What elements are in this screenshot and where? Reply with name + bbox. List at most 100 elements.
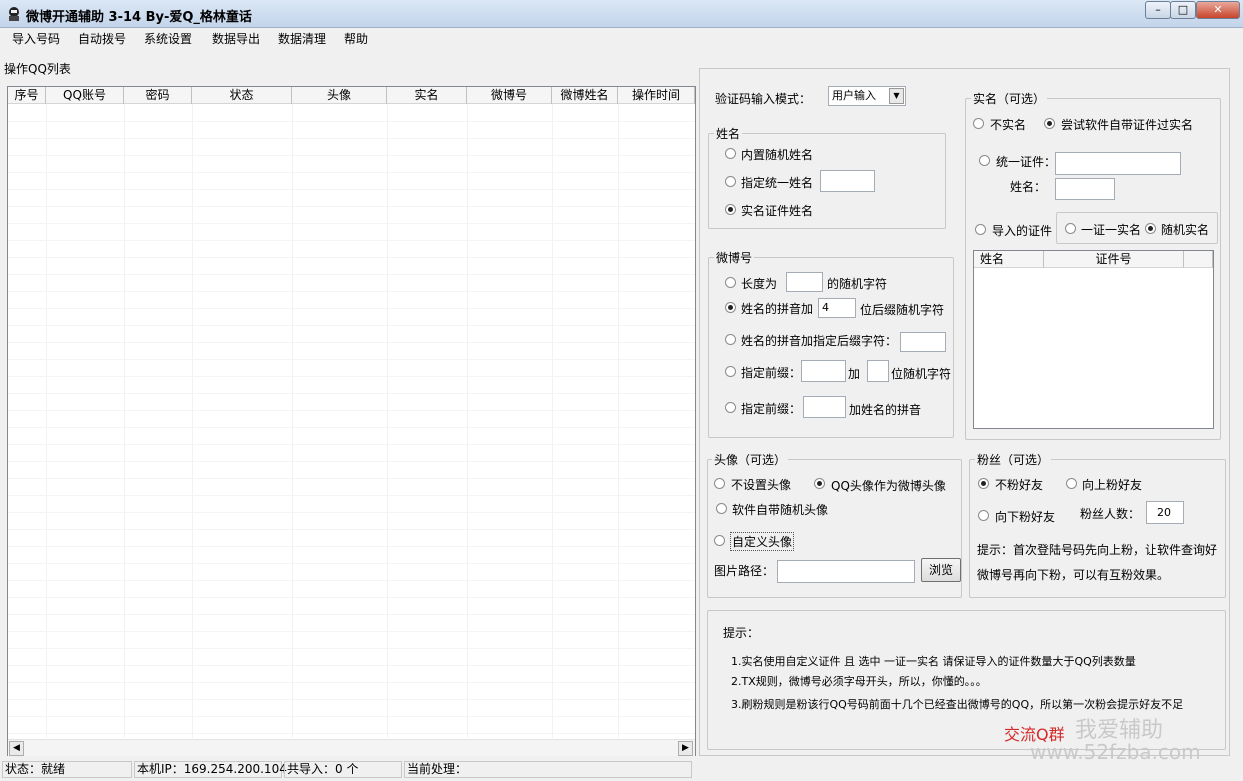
column-header-weibo-name[interactable]: 微博姓名	[552, 87, 618, 104]
column-header-avatar[interactable]: 头像	[292, 87, 387, 104]
weibo-group-title: 微博号	[714, 249, 755, 266]
grid-line	[8, 597, 695, 598]
grid-line	[8, 172, 695, 173]
weibo-length-input[interactable]	[786, 272, 823, 292]
radio-weibo-prefix-random[interactable]	[725, 366, 736, 377]
radio-name-unified[interactable]	[725, 176, 736, 187]
radio-avatar-custom[interactable]	[714, 535, 725, 546]
radio-weibo-pinyin-random-label: 姓名的拼音加	[741, 302, 814, 316]
radio-weibo-prefix-pinyin[interactable]	[725, 402, 736, 413]
status-processing: 当前处理：	[404, 761, 692, 778]
id-table[interactable]: 姓名 证件号	[973, 250, 1214, 429]
grid-line	[8, 359, 695, 360]
radio-fans-up[interactable]	[1066, 478, 1077, 489]
column-header-time[interactable]: 操作时间	[618, 87, 695, 104]
prefix-random-count-input[interactable]	[867, 360, 889, 382]
radio-fans-up-label: 向上粉好友	[1082, 478, 1143, 492]
radio-random-real[interactable]	[1145, 223, 1156, 234]
radio-name-random[interactable]	[725, 148, 736, 159]
pinyin-random-count-input[interactable]: 4	[818, 298, 856, 318]
captcha-mode-label: 验证码输入模式：	[715, 92, 812, 106]
chevron-down-icon[interactable]: ▼	[889, 88, 904, 104]
realname-name-input[interactable]	[1055, 178, 1115, 200]
grid-line	[8, 274, 695, 275]
radio-weibo-length[interactable]	[725, 277, 736, 288]
radio-weibo-pinyin-suffix-label: 姓名的拼音加指定后缀字符：	[741, 334, 898, 348]
grid-line	[8, 444, 695, 445]
tips-line3: 3.刷粉规则是粉该行QQ号码前面十几个已经查出微博号的QQ，所以第一次粉会提示好…	[731, 698, 1184, 711]
radio-name-random-label: 内置随机姓名	[741, 148, 814, 162]
avatar-group-title: 头像（可选）	[712, 451, 789, 468]
grid-line	[8, 189, 695, 190]
prefix-random-input[interactable]	[801, 360, 846, 382]
unified-id-input[interactable]	[1055, 152, 1181, 175]
qq-list-header: 序号 QQ账号 密码 状态 头像 实名 微博号 微博姓名 操作时间	[8, 87, 695, 104]
radio-weibo-pinyin-suffix[interactable]	[725, 334, 736, 345]
minimize-button[interactable]: –	[1145, 1, 1171, 19]
radio-name-unified-label: 指定统一姓名	[741, 176, 814, 190]
id-table-header-id[interactable]: 证件号	[1044, 251, 1184, 268]
grid-line	[8, 206, 695, 207]
qq-list-table[interactable]: 序号 QQ账号 密码 状态 头像 实名 微博号 微博姓名 操作时间 ◀ ▶	[7, 86, 696, 756]
grid-line	[8, 546, 695, 547]
menu-settings[interactable]: 系统设置	[144, 30, 192, 47]
column-header-index[interactable]: 序号	[8, 87, 46, 104]
title-bar[interactable]: 微博开通辅助 3-14 By-爱Q_格林童话 – □ ✕	[0, 0, 1243, 28]
prefix-pinyin-input[interactable]	[803, 396, 846, 418]
radio-avatar-qq[interactable]	[814, 478, 825, 489]
radio-realname-imported[interactable]	[975, 224, 986, 235]
fans-count-input[interactable]: 20	[1146, 501, 1184, 524]
grid-line	[8, 223, 695, 224]
captcha-mode-select[interactable]: 用户输入 ▼	[828, 86, 906, 106]
column-header-password[interactable]: 密码	[124, 87, 192, 104]
grid-line	[387, 104, 388, 738]
scroll-right-button[interactable]: ▶	[678, 741, 693, 756]
grid-line	[8, 529, 695, 530]
column-header-realname[interactable]: 实名	[387, 87, 467, 104]
grid-line	[8, 291, 695, 292]
grid-line	[192, 104, 193, 738]
grid-line	[8, 342, 695, 343]
radio-name-cert[interactable]	[725, 204, 736, 215]
weibo-length-suffix: 的随机字符	[827, 277, 888, 291]
pinyin-suffix-input[interactable]	[900, 332, 946, 352]
image-path-input[interactable]	[777, 560, 915, 583]
horizontal-scrollbar[interactable]: ◀ ▶	[8, 739, 695, 756]
id-table-header-name[interactable]: 姓名	[974, 251, 1044, 268]
unified-name-input[interactable]	[820, 170, 875, 192]
grid-line	[618, 104, 619, 738]
pinyin-random-suffix: 位后缀随机字符	[860, 303, 945, 317]
close-button[interactable]: ✕	[1196, 1, 1240, 19]
menu-import[interactable]: 导入号码	[12, 30, 60, 47]
radio-one-per-id[interactable]	[1065, 223, 1076, 234]
status-imported: 共导入：0 个	[284, 761, 402, 778]
menu-help[interactable]: 帮助	[344, 30, 368, 47]
menu-auto-dial[interactable]: 自动拨号	[78, 30, 126, 47]
column-header-status[interactable]: 状态	[192, 87, 292, 104]
radio-weibo-pinyin-random[interactable]	[725, 302, 736, 313]
radio-avatar-builtin[interactable]	[716, 503, 727, 514]
column-header-weibo-id[interactable]: 微博号	[467, 87, 552, 104]
grid-line	[8, 155, 695, 156]
grid-line	[8, 580, 695, 581]
qq-list-caption: 操作QQ列表	[4, 62, 71, 76]
radio-avatar-none[interactable]	[714, 478, 725, 489]
radio-realname-none[interactable]	[973, 118, 984, 129]
tips-title: 提示：	[723, 626, 760, 640]
menu-export[interactable]: 数据导出	[212, 30, 260, 47]
radio-one-per-id-label: 一证一实名	[1081, 223, 1142, 237]
browse-button[interactable]: 浏览	[921, 558, 961, 582]
column-header-qq[interactable]: QQ账号	[46, 87, 124, 104]
prefix-random-suffix: 位随机字符	[891, 367, 952, 381]
tips-line2: 2.TX规则，微博号必须字母开头，所以，你懂的。。。	[731, 675, 987, 688]
scroll-left-button[interactable]: ◀	[9, 741, 24, 756]
grid-line	[8, 461, 695, 462]
menu-clean[interactable]: 数据清理	[278, 30, 326, 47]
radio-realname-unified[interactable]	[979, 155, 990, 166]
radio-fans-none[interactable]	[978, 478, 989, 489]
maximize-button[interactable]: □	[1170, 1, 1196, 19]
radio-fans-down[interactable]	[978, 510, 989, 521]
grid-line	[8, 376, 695, 377]
grid-line	[8, 393, 695, 394]
radio-realname-builtin[interactable]	[1044, 118, 1055, 129]
